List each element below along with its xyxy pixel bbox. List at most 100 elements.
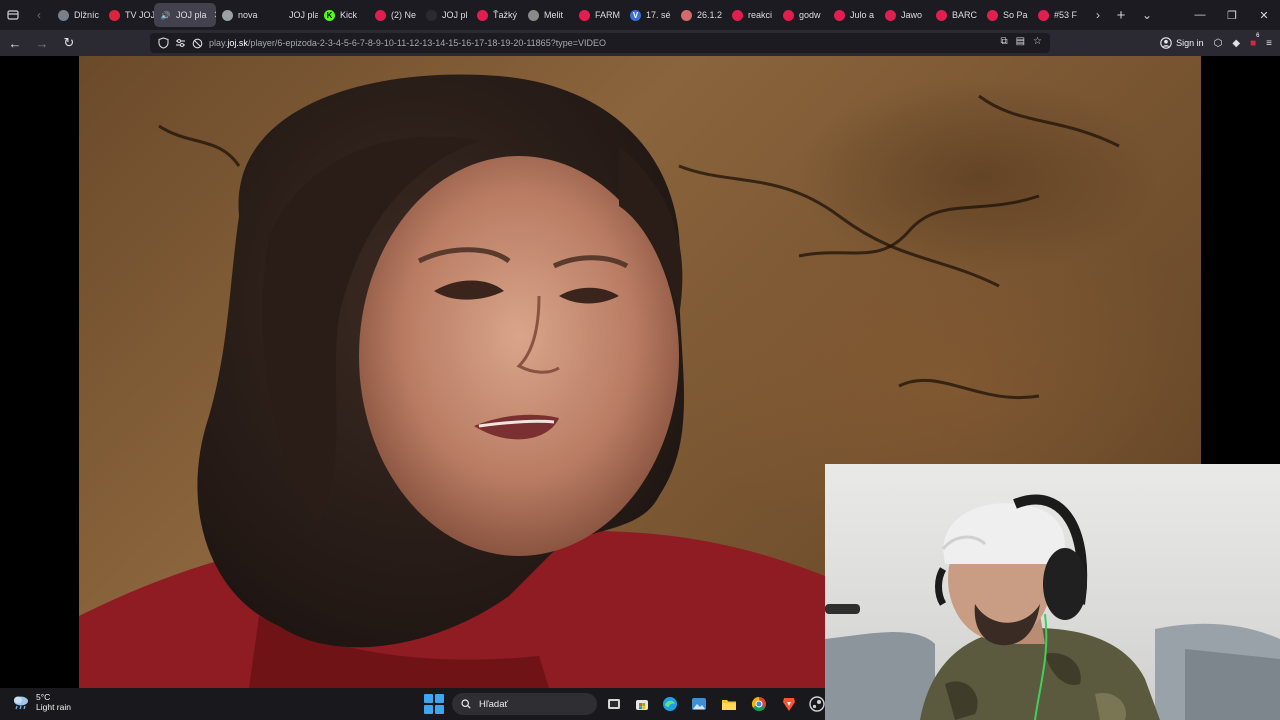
white-cap [943, 503, 1065, 564]
edge-browser-icon[interactable] [660, 694, 680, 714]
tab[interactable]: JOJ pl [420, 3, 471, 27]
tab[interactable]: FARM [573, 3, 624, 27]
reload-button[interactable]: ↻ [57, 31, 81, 55]
tab-favicon-icon [834, 9, 845, 21]
url-actions: ⧉ ▤ ☆ [1000, 36, 1042, 47]
tab[interactable]: Ťažký [471, 3, 522, 27]
tab-label: TV JOJ [125, 10, 154, 20]
sign-in-label: Sign in [1176, 38, 1204, 48]
extensions-puzzle-icon[interactable]: ⬡ [1214, 38, 1223, 49]
chrome-icon[interactable] [749, 694, 769, 714]
tab-label: Kick [340, 10, 358, 20]
tab-favicon-icon [528, 9, 539, 21]
tab-label: 26.1.2 [697, 10, 723, 20]
forward-button[interactable]: → [30, 31, 54, 55]
tab-favicon-icon [681, 9, 692, 21]
tab[interactable]: nova [216, 3, 267, 27]
taskbar: 5°C Light rain Hľadať [0, 688, 825, 720]
tab-label: (2) Ne [391, 10, 417, 20]
tab[interactable]: godw [777, 3, 828, 27]
tab-favicon-icon [375, 9, 386, 21]
tab-label: Julo a [850, 10, 875, 20]
list-all-tabs-icon[interactable]: ⌄ [1134, 0, 1160, 30]
tab[interactable]: K Kick [318, 3, 369, 27]
sign-in-button[interactable]: Sign in [1160, 37, 1204, 49]
extension-icon[interactable]: ◆ [1232, 38, 1240, 49]
tab[interactable]: V 17. sé [624, 3, 675, 27]
tab-favicon-icon [109, 9, 120, 21]
webcam-frame [825, 494, 1280, 720]
store-icon[interactable] [632, 694, 652, 714]
account-icon [1160, 37, 1172, 49]
tab-list: DlžnícTV JOJ🔊JOJ pla✕novaJOJ playKKick(2… [52, 0, 1102, 30]
tab-favicon-icon [783, 9, 794, 21]
tab[interactable]: Jawo [879, 3, 930, 27]
url-text[interactable]: play.joj.sk/player/6-epizoda-2-3-4-5-6-7… [209, 38, 606, 48]
bookmark-star-icon[interactable]: ☆ [1033, 36, 1042, 47]
tab-label: BARC [952, 10, 978, 20]
tab-favicon-icon [1038, 9, 1049, 21]
tab-overview-icon[interactable] [0, 0, 26, 30]
tracking-protection-icon[interactable] [158, 37, 169, 49]
weather-temperature: 5°C [36, 692, 51, 702]
sofa [825, 632, 935, 720]
new-tab-button[interactable]: + [1108, 0, 1134, 30]
weather-condition: Light rain [36, 702, 71, 712]
audio-playing-icon: 🔊 [160, 10, 171, 20]
tab-label: So Pa [1003, 10, 1028, 20]
tab[interactable]: (2) Ne [369, 3, 420, 27]
tab-favicon-icon [732, 9, 743, 21]
search-icon [461, 699, 471, 709]
task-view-icon[interactable] [604, 694, 624, 714]
photos-icon[interactable] [689, 694, 709, 714]
weather-widget[interactable]: 5°C Light rain [12, 692, 71, 712]
back-button[interactable]: ← [3, 31, 27, 55]
window-controls: — ❐ ✕ [1184, 0, 1280, 30]
restore-button[interactable]: ❐ [1216, 0, 1248, 30]
minimize-button[interactable]: — [1184, 0, 1216, 30]
tab-label: JOJ pla [176, 10, 207, 20]
tab[interactable]: So Pa [981, 3, 1032, 27]
address-bar[interactable]: play.joj.sk/player/6-epizoda-2-3-4-5-6-7… [150, 33, 1050, 53]
tab[interactable]: TV JOJ [103, 3, 154, 27]
file-explorer-icon[interactable] [719, 694, 739, 714]
scroll-tabs-left-icon[interactable]: ‹ [26, 0, 52, 30]
permissions-icon[interactable] [175, 38, 186, 48]
tab-label: JOJ play [289, 10, 318, 20]
rain-cloud-icon [14, 696, 28, 710]
brave-browser-icon[interactable] [779, 694, 799, 714]
tab-label: Ťažký [493, 10, 518, 20]
tab-label: godw [799, 10, 821, 20]
ublock-extension-icon[interactable]: ■ 6 [1250, 33, 1259, 49]
tab[interactable]: Dlžníc [52, 3, 103, 27]
tab-favicon-icon [477, 9, 488, 21]
tab-label: nova [238, 10, 258, 20]
tab-label: Melit [544, 10, 564, 20]
tab-favicon-icon: V [630, 9, 641, 21]
tab[interactable]: BARC [930, 3, 981, 27]
search-placeholder: Hľadať [479, 698, 509, 710]
lock-insecure-icon[interactable] [192, 38, 203, 49]
steam-icon[interactable] [807, 694, 827, 714]
tab-label: #53 F [1054, 10, 1078, 20]
tab[interactable]: #53 F [1032, 3, 1083, 27]
tab-active[interactable]: 🔊JOJ pla✕ [154, 3, 216, 27]
tab[interactable]: reakci [726, 3, 777, 27]
tab-favicon-icon [885, 9, 896, 21]
tab[interactable]: JOJ play [267, 3, 318, 27]
close-window-button[interactable]: ✕ [1248, 0, 1280, 30]
menu-hamburger-icon[interactable]: ≡ [1266, 38, 1272, 49]
start-button[interactable] [424, 694, 444, 714]
reader-view-icon[interactable]: ▤ [1016, 36, 1025, 47]
webcam-overlay [825, 464, 1280, 720]
tab-favicon-icon [936, 9, 947, 21]
taskbar-search[interactable]: Hľadať [452, 693, 597, 715]
tab[interactable]: 26.1.2 [675, 3, 726, 27]
tab-favicon-icon [579, 9, 590, 21]
picture-in-picture-icon[interactable]: ⧉ [1000, 36, 1007, 47]
tab-label: reakci [748, 10, 773, 20]
tab-favicon-icon [222, 9, 233, 21]
tab[interactable]: Julo a [828, 3, 879, 27]
tab[interactable]: Melit [522, 3, 573, 27]
tab-strip: ‹ Dlžníc TV JOJ 🔊 JOJ pla ✕ nova JOJ play K Kick… [0, 0, 1280, 30]
